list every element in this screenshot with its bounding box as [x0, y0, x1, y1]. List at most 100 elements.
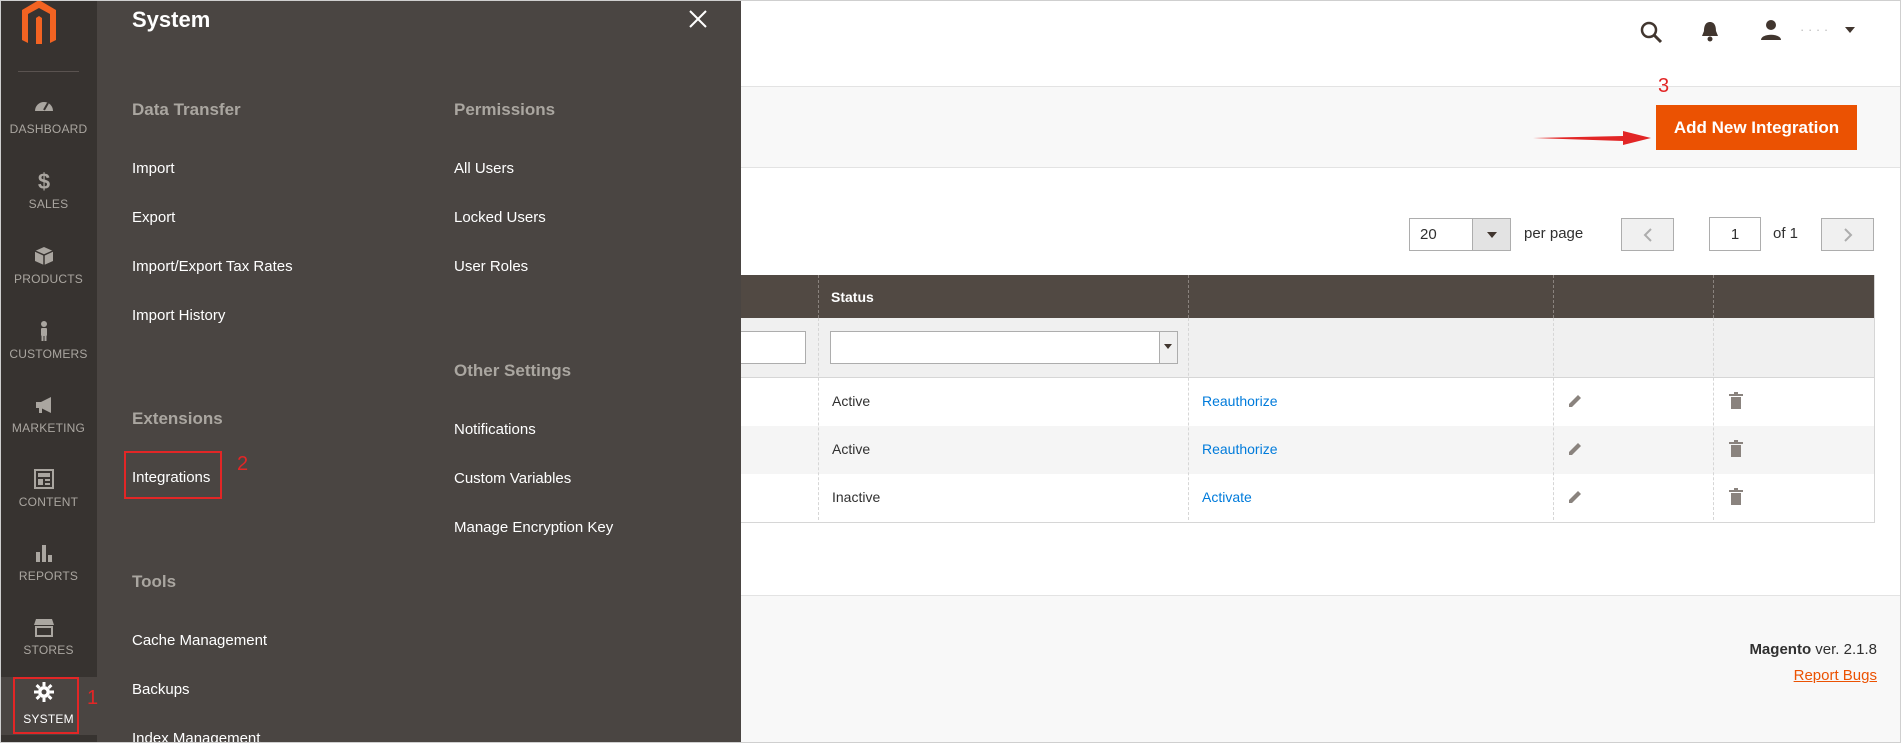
- nav-label-reports: REPORTS: [18, 569, 79, 583]
- megaphone-icon: [36, 397, 51, 413]
- main-content: · · · · Add New Integration 3 20 per pag…: [741, 0, 1901, 743]
- page-actions-bar: Add New Integration: [741, 86, 1901, 168]
- nav-label-products: PRODUCTS: [14, 272, 83, 286]
- name-filter-input[interactable]: [741, 331, 806, 364]
- column-header-status[interactable]: Status: [831, 289, 874, 305]
- nav-item-products[interactable]: PRODUCTS: [0, 235, 97, 295]
- menu-item-backups[interactable]: Backups: [132, 681, 190, 698]
- pencil-icon[interactable]: [1567, 489, 1583, 505]
- grid-filter-row: [741, 318, 1875, 378]
- trash-icon[interactable]: [1728, 488, 1744, 505]
- grid-bottom-border: [741, 522, 1875, 523]
- row-status: Active: [832, 393, 871, 409]
- annotation-number-3: 3: [1658, 75, 1670, 97]
- status-filter-select[interactable]: [830, 331, 1178, 364]
- table-row: Active Reauthorize: [741, 426, 1875, 474]
- person-icon: [41, 321, 47, 341]
- system-flyout-menu: System Data Transfer Import Export Impor…: [97, 0, 741, 743]
- search-icon[interactable]: [1639, 20, 1663, 44]
- next-page-button[interactable]: [1821, 218, 1874, 251]
- prev-page-button[interactable]: [1621, 218, 1674, 251]
- nav-label-marketing: MARKETING: [11, 421, 86, 435]
- version-info: Magento ver. 2.1.8: [1749, 641, 1877, 658]
- user-icon[interactable]: [1760, 19, 1782, 41]
- nav-label-content: CONTENT: [18, 495, 79, 509]
- grid-col-divider: [1553, 275, 1554, 318]
- grid-col-divider: [1188, 318, 1189, 520]
- row-status: Active: [832, 441, 871, 457]
- row-action-link[interactable]: Reauthorize: [1202, 393, 1278, 409]
- nav-item-dashboard[interactable]: DASHBOARD: [0, 85, 97, 145]
- grid-right-border: [1874, 275, 1875, 523]
- nav-item-customers[interactable]: CUSTOMERS: [0, 310, 97, 370]
- section-title-permissions: Permissions: [454, 100, 556, 119]
- nav-item-sales[interactable]: $ SALES: [0, 160, 97, 220]
- menu-item-import[interactable]: Import: [132, 160, 175, 177]
- bar-chart-icon: [36, 545, 52, 562]
- section-title-extensions: Extensions: [132, 409, 223, 428]
- grid-header: Status: [741, 275, 1875, 318]
- annotation-number-1: 1: [87, 687, 99, 709]
- grid-col-divider: [818, 318, 819, 520]
- report-bugs-link[interactable]: Report Bugs: [1794, 667, 1877, 684]
- nav-label-dashboard: DASHBOARD: [9, 122, 88, 136]
- menu-item-index-management[interactable]: Index Management: [132, 730, 260, 743]
- per-page-label: per page: [1524, 225, 1584, 242]
- per-page-dropdown-button[interactable]: [1472, 219, 1510, 250]
- close-icon[interactable]: [687, 8, 709, 30]
- menu-item-export[interactable]: Export: [132, 209, 175, 226]
- storefront-icon: [34, 619, 54, 637]
- bell-icon[interactable]: [1701, 20, 1719, 42]
- table-row: Active Reauthorize: [741, 378, 1875, 426]
- box-icon: [34, 247, 54, 265]
- grid-col-divider: [1553, 318, 1554, 520]
- magento-logo[interactable]: [22, 0, 56, 44]
- menu-item-custom-variables[interactable]: Custom Variables: [454, 470, 571, 487]
- nav-item-marketing[interactable]: MARKETING: [0, 384, 97, 444]
- row-status: Inactive: [832, 489, 881, 505]
- table-row: Inactive Activate: [741, 474, 1875, 522]
- section-title-tools: Tools: [132, 572, 177, 591]
- add-new-integration-button[interactable]: Add New Integration: [1656, 105, 1857, 150]
- page-total-label: of 1: [1773, 225, 1799, 242]
- section-title-other-settings: Other Settings: [454, 361, 572, 380]
- trash-icon[interactable]: [1728, 440, 1744, 457]
- per-page-value: 20: [1420, 226, 1437, 243]
- grid-col-divider: [1713, 275, 1714, 318]
- menu-item-locked-users[interactable]: Locked Users: [454, 209, 546, 226]
- annotation-number-2: 2: [237, 453, 249, 475]
- grid-col-divider: [1713, 318, 1714, 520]
- layout-icon: [34, 469, 54, 489]
- per-page-select[interactable]: 20: [1409, 218, 1511, 251]
- user-menu-caret-icon[interactable]: [1845, 27, 1855, 33]
- pencil-icon[interactable]: [1567, 441, 1583, 457]
- user-name[interactable]: · · · ·: [1800, 22, 1828, 37]
- section-title-data-transfer: Data Transfer: [132, 100, 241, 119]
- trash-icon[interactable]: [1728, 392, 1744, 409]
- row-action-link[interactable]: Activate: [1202, 489, 1252, 505]
- logo-area: [18, 0, 79, 72]
- nav-label-customers: CUSTOMERS: [9, 347, 88, 361]
- nav-item-stores[interactable]: STORES: [0, 606, 97, 666]
- menu-item-cache-management[interactable]: Cache Management: [132, 632, 267, 649]
- menu-item-manage-encryption-key[interactable]: Manage Encryption Key: [454, 519, 613, 536]
- nav-item-reports[interactable]: REPORTS: [0, 532, 97, 592]
- menu-item-user-roles[interactable]: User Roles: [454, 258, 528, 275]
- annotation-arrow: [1533, 131, 1651, 145]
- pencil-icon[interactable]: [1567, 393, 1583, 409]
- menu-item-notifications[interactable]: Notifications: [454, 421, 536, 438]
- dollar-icon: $: [38, 170, 50, 192]
- footer-version: ver. 2.1.8: [1815, 641, 1877, 658]
- page-footer: Magento ver. 2.1.8 Report Bugs: [741, 595, 1901, 743]
- row-action-link[interactable]: Reauthorize: [1202, 441, 1278, 457]
- dashboard-icon: [35, 102, 53, 111]
- menu-item-import-export-tax-rates[interactable]: Import/Export Tax Rates: [132, 258, 293, 275]
- annotation-box-integrations: [124, 451, 222, 499]
- page-number-input[interactable]: 1: [1709, 217, 1761, 251]
- footer-brand: Magento: [1749, 641, 1812, 658]
- menu-item-import-history[interactable]: Import History: [132, 307, 225, 324]
- nav-item-content[interactable]: CONTENT: [0, 458, 97, 518]
- nav-label-stores: STORES: [23, 643, 74, 657]
- menu-item-all-users[interactable]: All Users: [454, 160, 514, 177]
- chevron-down-icon: [1159, 332, 1177, 363]
